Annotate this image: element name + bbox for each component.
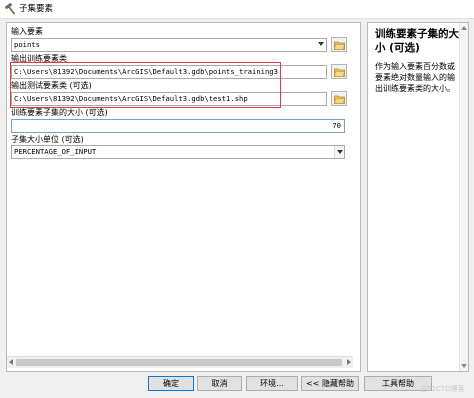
chevron-down-icon[interactable] <box>334 146 344 158</box>
subset-size-input[interactable]: 70 <box>11 119 345 133</box>
watermark: @51CTO博客 <box>420 385 465 393</box>
output-training-label: 输出训练要素类 <box>11 54 67 63</box>
hide-help-button[interactable]: << 隐藏帮助 <box>301 376 359 391</box>
chevron-down-icon[interactable] <box>318 42 324 46</box>
cancel-button[interactable]: 取消 <box>197 376 242 391</box>
title-bar: 子集要素 <box>0 0 474 19</box>
help-vertical-scrollbar[interactable] <box>459 23 468 371</box>
output-test-path-input[interactable]: C:\Users\81392\Documents\ArcGIS\Default3… <box>11 92 327 106</box>
window-title: 子集要素 <box>19 4 54 14</box>
scroll-right-icon[interactable] <box>347 359 351 365</box>
browse-output-test-button[interactable] <box>331 91 347 106</box>
subset-size-label: 训练要素子集的大小 (可选) <box>11 108 108 117</box>
size-units-value: PERCENTAGE_OF_INPUT <box>14 147 97 156</box>
ok-button[interactable]: 确定 <box>148 376 194 391</box>
help-title: 训练要素子集的大小 (可选) <box>375 28 459 54</box>
scroll-left-icon[interactable] <box>9 359 13 365</box>
help-body: 作为输入要素百分数或要素绝对数量输入的输出训练要素类的大小。 <box>375 62 455 93</box>
output-training-path-input[interactable]: C:\Users\81392\Documents\ArcGIS\Default3… <box>11 65 327 79</box>
folder-icon <box>334 68 345 77</box>
output-test-label: 输出测试要素类 (可选) <box>11 81 92 90</box>
scroll-up-icon[interactable] <box>461 26 467 30</box>
output-training-value: C:\Users\81392\Documents\ArcGIS\Default3… <box>14 67 278 76</box>
hammer-icon <box>4 2 16 15</box>
browse-output-training-button[interactable] <box>331 64 347 79</box>
input-features-label: 输入要素 <box>11 27 43 36</box>
folder-icon <box>334 41 345 50</box>
input-features-value: points <box>14 40 40 49</box>
panel-splitter[interactable] <box>362 22 366 372</box>
input-features-combobox[interactable]: points <box>11 38 327 52</box>
environments-button[interactable]: 环境... <box>246 376 298 391</box>
browse-input-button[interactable] <box>331 37 347 52</box>
size-units-label: 子集大小单位 (可选) <box>11 135 84 144</box>
horizontal-scrollbar[interactable] <box>7 356 353 368</box>
output-test-value: C:\Users\81392\Documents\ArcGIS\Default3… <box>14 94 248 103</box>
size-units-select[interactable]: PERCENTAGE_OF_INPUT <box>11 145 345 159</box>
subset-size-value: 70 <box>332 121 341 130</box>
scroll-down-icon[interactable] <box>461 364 467 368</box>
scrollbar-thumb[interactable] <box>16 359 342 366</box>
folder-icon <box>334 95 345 104</box>
help-panel: 训练要素子集的大小 (可选) 作为输入要素百分数或要素绝对数量输入的输出训练要素… <box>367 22 469 372</box>
